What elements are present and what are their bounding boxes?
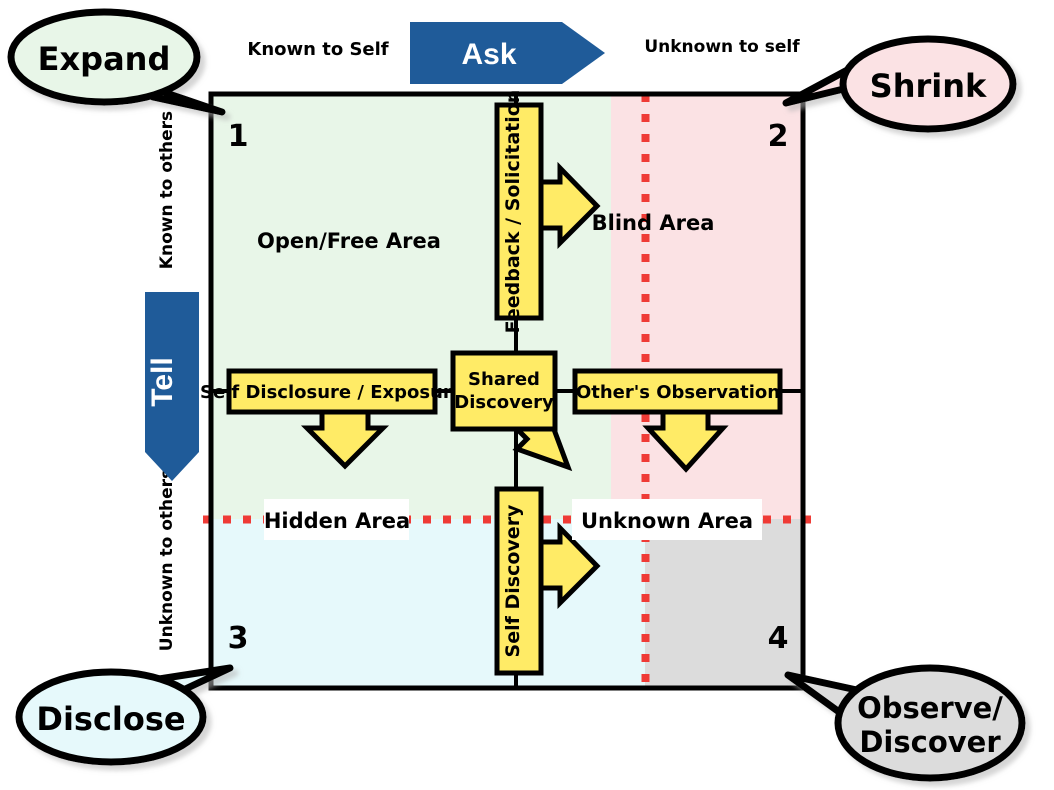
open-free-area-label: Open/Free Area: [257, 229, 441, 253]
hidden-area-label: Hidden Area: [264, 509, 410, 533]
quadrant-number-4: 4: [768, 621, 789, 656]
quadrant-unknown-fill: [645, 519, 803, 688]
callout-observe-discover-label-line2: Discover: [859, 725, 1001, 759]
axis-label-unknown-to-self: Unknown to self: [644, 37, 800, 57]
quadrant-number-1: 1: [228, 119, 249, 154]
unknown-area-label: Unknown Area: [581, 509, 753, 533]
shared-discovery-label-line1: Shared: [468, 369, 540, 390]
callout-shrink[interactable]: Shrink: [782, 35, 1017, 133]
shared-discovery-box[interactable]: [450, 350, 558, 432]
johari-window-diagram: Feedback / Solicitation Self Disclosure …: [0, 0, 1054, 790]
axis-label-known-to-others: Known to others: [157, 111, 177, 269]
callout-observe-discover-label-line1: Observe/: [857, 691, 1003, 725]
callout-disclose[interactable]: Disclose: [15, 664, 234, 766]
callout-expand[interactable]: Expand: [7, 8, 226, 116]
axis-label-unknown-to-others: Unknown to others: [157, 469, 177, 651]
callout-expand-label: Expand: [38, 40, 171, 78]
callout-observe-discover[interactable]: Observe/ Discover: [784, 664, 1026, 782]
callout-disclose-label: Disclose: [36, 700, 185, 738]
quadrant-number-2: 2: [768, 119, 789, 154]
tell-arrow-label: Tell: [146, 357, 179, 406]
shared-discovery-label-line2: Discovery: [454, 392, 554, 413]
blind-area-label: Blind Area: [592, 211, 715, 235]
quadrant-blind-fill: [611, 94, 803, 519]
feedback-solicitation-label: Feedback / Solicitation: [502, 90, 524, 334]
self-discovery-label: Self Discovery: [502, 504, 524, 658]
diagram-canvas: Feedback / Solicitation Self Disclosure …: [7, 8, 1026, 782]
axis-label-known-to-self: Known to Self: [247, 39, 388, 60]
others-observation-label: Other's Observation: [576, 382, 780, 403]
quadrant-number-3: 3: [228, 621, 249, 656]
quadrant-hidden-fill: [211, 519, 645, 688]
self-disclosure-exposure-label: Self Disclosure / Exposure: [200, 382, 464, 403]
ask-arrow-label: Ask: [461, 38, 516, 71]
callout-shrink-label: Shrink: [870, 67, 987, 105]
